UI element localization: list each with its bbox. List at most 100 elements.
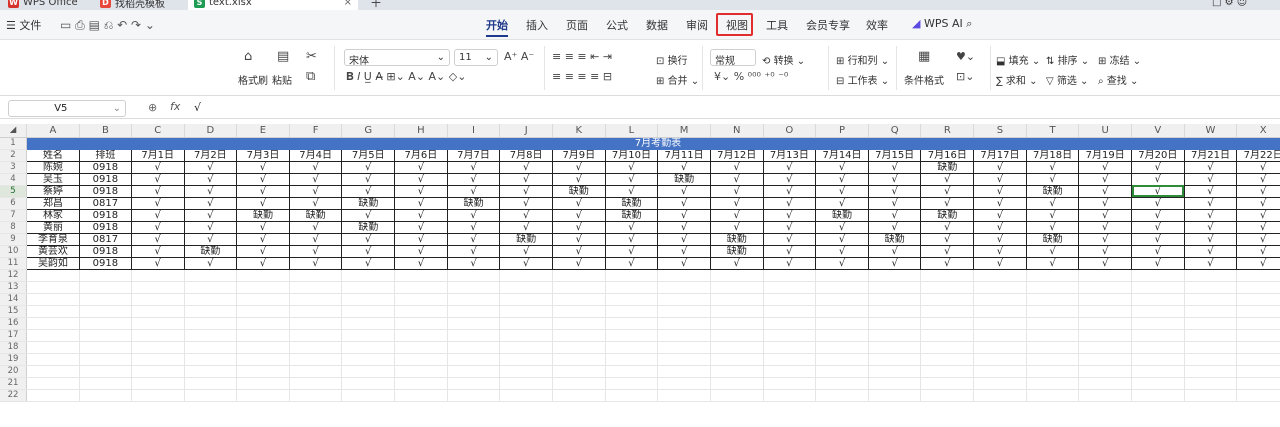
empty-cell[interactable]: [973, 365, 1027, 378]
data-cell[interactable]: 缺勤: [184, 245, 238, 258]
empty-cell[interactable]: [868, 317, 922, 330]
header-cell[interactable]: 7月15日: [868, 149, 922, 162]
column-header[interactable]: M: [657, 124, 711, 138]
empty-cell[interactable]: [499, 329, 553, 342]
data-cell[interactable]: 0918: [79, 245, 132, 258]
empty-cell[interactable]: [341, 353, 396, 366]
empty-cell[interactable]: [236, 281, 290, 294]
header-cell[interactable]: 7月19日: [1078, 149, 1133, 162]
empty-cell[interactable]: [1131, 329, 1185, 342]
data-cell[interactable]: 0918: [79, 209, 132, 222]
data-cell[interactable]: √: [605, 185, 659, 198]
empty-cell[interactable]: [973, 389, 1027, 402]
data-cell[interactable]: √: [657, 221, 711, 234]
empty-cell[interactable]: [763, 281, 817, 294]
empty-cell[interactable]: [868, 341, 922, 354]
data-cell[interactable]: √: [1184, 209, 1238, 222]
align-horizontal-icons[interactable]: ≡ ≡ ≡ ≡ ⊟: [552, 70, 612, 84]
data-cell[interactable]: √: [1236, 233, 1280, 246]
number-format-icons[interactable]: ¥⌄ % ⁰⁰⁰ ⁺⁰ ⁻⁰: [714, 70, 788, 84]
header-cell[interactable]: 7月16日: [920, 149, 975, 162]
data-cell[interactable]: √: [1078, 245, 1133, 258]
empty-cell[interactable]: [920, 365, 975, 378]
empty-cell[interactable]: [131, 317, 185, 330]
data-cell[interactable]: 0817: [79, 197, 132, 210]
data-cell[interactable]: √: [1236, 161, 1280, 174]
empty-cell[interactable]: [447, 329, 501, 342]
empty-cell[interactable]: [184, 341, 238, 354]
row-header[interactable]: 1: [0, 137, 27, 150]
empty-cell[interactable]: [341, 377, 396, 390]
data-cell[interactable]: √: [394, 245, 448, 258]
data-cell[interactable]: √: [394, 221, 448, 234]
empty-cell[interactable]: [131, 377, 185, 390]
data-cell[interactable]: √: [131, 257, 185, 270]
empty-cell[interactable]: [1026, 341, 1080, 354]
empty-cell[interactable]: [763, 305, 817, 318]
data-cell[interactable]: √: [131, 197, 185, 210]
data-cell[interactable]: 缺勤: [236, 209, 290, 222]
column-header[interactable]: W: [1184, 124, 1238, 138]
data-cell[interactable]: √: [289, 233, 343, 246]
font-name-select[interactable]: 宋体 ⌄: [344, 49, 450, 67]
data-cell[interactable]: √: [868, 161, 922, 174]
empty-cell[interactable]: [657, 329, 711, 342]
data-cell[interactable]: √: [920, 233, 975, 246]
data-cell[interactable]: √: [973, 173, 1027, 186]
empty-cell[interactable]: [447, 353, 501, 366]
empty-cell[interactable]: [920, 317, 975, 330]
data-cell[interactable]: √: [605, 245, 659, 258]
data-cell[interactable]: √: [710, 221, 764, 234]
header-cell[interactable]: 7月9日: [552, 149, 606, 162]
data-cell[interactable]: √: [236, 161, 290, 174]
empty-cell[interactable]: [815, 293, 869, 306]
data-cell[interactable]: √: [920, 197, 975, 210]
data-cell[interactable]: √: [973, 233, 1027, 246]
empty-cell[interactable]: [447, 341, 501, 354]
data-cell[interactable]: √: [341, 209, 396, 222]
data-cell[interactable]: √: [552, 173, 606, 186]
empty-cell[interactable]: [710, 305, 764, 318]
data-cell[interactable]: √: [131, 221, 185, 234]
empty-cell[interactable]: [920, 341, 975, 354]
menu-file[interactable]: ☰ 文件: [6, 17, 41, 33]
empty-cell[interactable]: [1026, 269, 1080, 282]
empty-cell[interactable]: [763, 329, 817, 342]
menu-tab-review[interactable]: 审阅: [686, 17, 708, 33]
empty-cell[interactable]: [394, 317, 448, 330]
data-cell[interactable]: √: [1078, 257, 1133, 270]
data-cell[interactable]: √: [447, 161, 501, 174]
data-cell[interactable]: √: [657, 185, 711, 198]
empty-cell[interactable]: [26, 329, 80, 342]
empty-cell[interactable]: [1236, 269, 1280, 282]
format-painter-label[interactable]: 格式刷: [238, 72, 268, 87]
data-cell[interactable]: 缺勤: [868, 233, 922, 246]
empty-cell[interactable]: [79, 389, 132, 402]
data-cell[interactable]: √: [973, 257, 1027, 270]
cut-icon[interactable]: ✂: [306, 50, 317, 64]
header-cell[interactable]: 7月5日: [341, 149, 396, 162]
data-cell[interactable]: √: [710, 161, 764, 174]
empty-cell[interactable]: [1184, 353, 1238, 366]
empty-cell[interactable]: [815, 317, 869, 330]
data-cell[interactable]: √: [973, 161, 1027, 174]
empty-cell[interactable]: [499, 341, 553, 354]
empty-cell[interactable]: [920, 377, 975, 390]
data-cell[interactable]: √: [868, 221, 922, 234]
data-cell[interactable]: √: [763, 197, 817, 210]
empty-cell[interactable]: [26, 317, 80, 330]
data-cell[interactable]: √: [184, 161, 238, 174]
empty-cell[interactable]: [763, 365, 817, 378]
empty-cell[interactable]: [657, 341, 711, 354]
find-button[interactable]: ⌕ 查找 ⌄: [1098, 72, 1138, 87]
empty-cell[interactable]: [1131, 377, 1185, 390]
empty-cell[interactable]: [499, 353, 553, 366]
empty-cell[interactable]: [1184, 269, 1238, 282]
data-cell[interactable]: √: [552, 161, 606, 174]
row-header[interactable]: 20: [0, 365, 27, 378]
row-header[interactable]: 8: [0, 221, 27, 234]
wrap-button[interactable]: ⊡ 换行: [656, 52, 688, 67]
data-cell[interactable]: 李育泉: [26, 233, 80, 246]
menu-tab-start[interactable]: 开始: [486, 17, 508, 37]
empty-cell[interactable]: [131, 365, 185, 378]
